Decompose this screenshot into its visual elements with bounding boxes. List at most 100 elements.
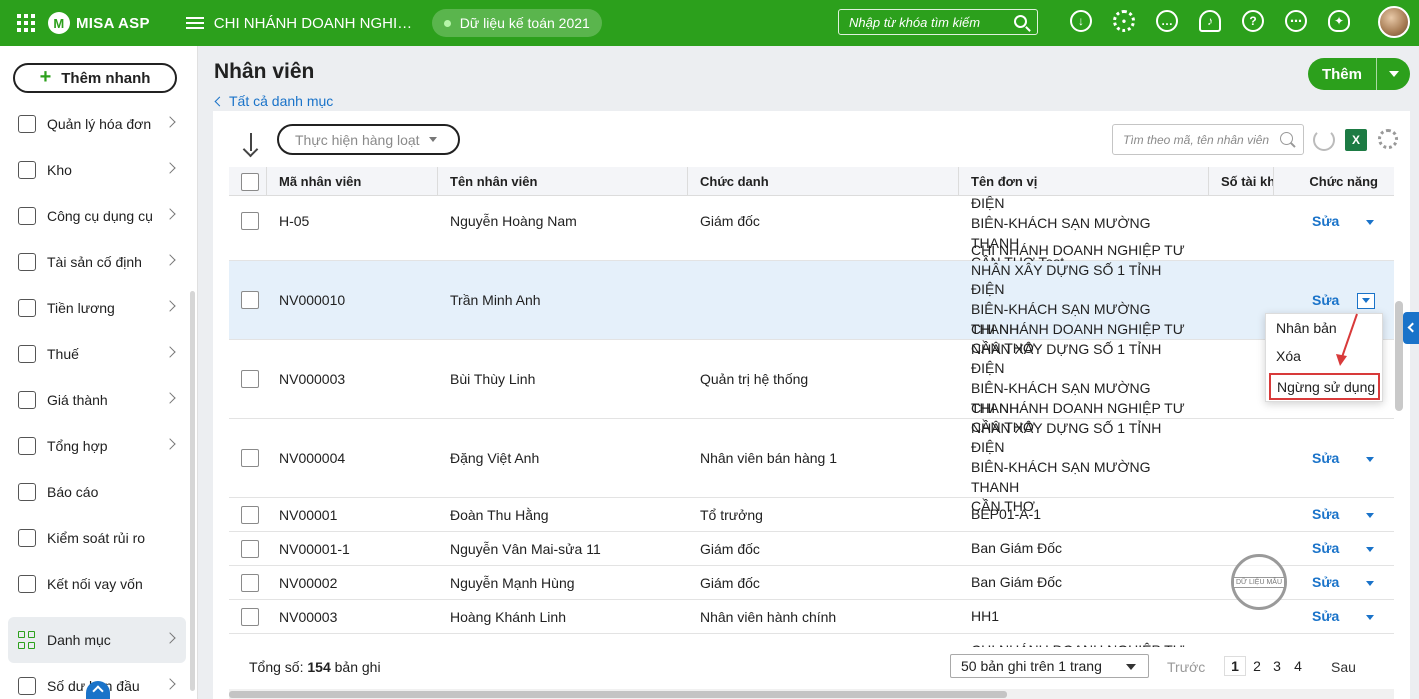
accounting-year-selector[interactable]: Dữ liệu kế toán 2021: [431, 9, 602, 37]
row-checkbox[interactable]: [241, 505, 259, 524]
sidebar-item[interactable]: Tổng hợp: [8, 423, 186, 469]
select-all-checkbox[interactable]: [241, 172, 259, 191]
page-1-button[interactable]: 1: [1224, 656, 1246, 676]
sidebar-item[interactable]: Báo cáo: [8, 469, 186, 515]
back-to-catalog-link[interactable]: Tất cả danh mục: [214, 93, 333, 109]
row-checkbox[interactable]: [241, 539, 259, 558]
excel-export-icon[interactable]: X: [1345, 129, 1367, 151]
table-row[interactable]: NV00001-1 Nguyễn Vân Mai-sửa 11 Giám đốc Ba…: [229, 532, 1394, 566]
search-icon[interactable]: [1280, 132, 1293, 145]
page-size-select[interactable]: 50 bản ghi trên 1 trang: [950, 654, 1149, 678]
add-employee-button[interactable]: Thêm: [1308, 58, 1410, 90]
page-2-button[interactable]: 2: [1246, 656, 1268, 676]
sidebar-collapse-button[interactable]: [86, 681, 110, 699]
tax-icon: [18, 345, 36, 363]
employee-search-input[interactable]: Tìm theo mã, tên nhân viên: [1112, 124, 1304, 155]
edit-button[interactable]: Sửa: [1312, 506, 1339, 522]
table-row[interactable]: CHI NHÁNH DOANH NGHIỆP TƯ: [229, 634, 1394, 647]
gear-icon[interactable]: •: [1113, 10, 1135, 32]
row-select-cell: [229, 600, 267, 633]
chevron-down-icon[interactable]: [1366, 547, 1374, 552]
gear-icon[interactable]: [1378, 129, 1398, 149]
sidebar-scrollbar[interactable]: [190, 291, 195, 691]
page-3-button[interactable]: 3: [1266, 656, 1288, 676]
branch-name[interactable]: CHI NHÁNH DOANH NGHIỆP TƯ NHÂN XÂY DỰNG …: [214, 15, 414, 32]
menu-item-deactivate[interactable]: Ngừng sử dụng: [1269, 373, 1380, 400]
chevron-down-icon[interactable]: [1366, 219, 1374, 225]
chevron-down-icon[interactable]: [1389, 71, 1399, 77]
sidebar-item[interactable]: Giá thành: [8, 377, 186, 423]
column-header-code[interactable]: Mã nhân viên: [267, 167, 438, 196]
quick-add-button[interactable]: + Thêm nhanh: [13, 63, 177, 93]
table-row[interactable]: NV000004 Đặng Việt Anh Nhân viên bán hàng …: [229, 400, 1394, 514]
table-row[interactable]: NV00002 Nguyễn Mạnh Hùng Giám đốc Ban Giám …: [229, 566, 1394, 600]
employee-unit: CHI NHÁNH DOANH NGHIỆP TƯ NHÂN XÂY DỰNG S…: [959, 400, 1209, 514]
table-row[interactable]: NV000010 Trần Minh Anh CHI NHÁNH DOANH NGH…: [229, 242, 1394, 356]
table-row[interactable]: H-05 Nguyễn Hoàng Nam Giám đốc CHI NHÁNH DO…: [229, 196, 1394, 270]
column-header-title[interactable]: Chức danh: [688, 167, 959, 196]
sidebar-item[interactable]: Công cụ dụng cụ: [8, 193, 186, 239]
table-row[interactable]: NV00003 Hoàng Khánh Linh Nhân viên hành ch…: [229, 600, 1394, 634]
side-panel-toggle[interactable]: [1403, 312, 1419, 344]
vertical-scrollbar[interactable]: [1395, 301, 1403, 411]
table-row[interactable]: NV000003 Bùi Thùy Linh Quản trị hệ thống CH…: [229, 321, 1394, 435]
user-avatar[interactable]: [1378, 6, 1410, 38]
chevron-right-icon: [164, 632, 176, 644]
table-row[interactable]: NV00001 Đoàn Thu Hằng Tổ trưởng BEP01-A-1 Sử…: [229, 498, 1394, 532]
edit-button[interactable]: Sửa: [1312, 540, 1339, 556]
column-header-unit[interactable]: Tên đơn vị: [959, 167, 1209, 196]
prev-page-button[interactable]: Trước: [1167, 659, 1205, 675]
sidebar-item[interactable]: Kiểm soát rủi ro: [8, 515, 186, 561]
edit-button[interactable]: Sửa: [1312, 608, 1339, 624]
menu-icon[interactable]: [185, 17, 204, 29]
refresh-icon[interactable]: [1313, 129, 1335, 151]
scroll-thumb[interactable]: [229, 691, 1007, 698]
row-checkbox[interactable]: [241, 370, 259, 388]
employee-name: Nguyễn Mạnh Hùng: [450, 574, 575, 591]
edit-button[interactable]: Sửa: [1312, 450, 1339, 466]
row-checkbox[interactable]: [241, 291, 259, 309]
more-icon[interactable]: ⋯: [1285, 10, 1307, 32]
chat-icon[interactable]: …: [1156, 10, 1178, 32]
page-4-button[interactable]: 4: [1287, 656, 1309, 676]
row-checkbox[interactable]: [241, 449, 259, 467]
sidebar-item[interactable]: Kết nối vay vốn: [8, 561, 186, 607]
accounting-year-label: Dữ liệu kế toán 2021: [459, 15, 590, 31]
sidebar-item[interactable]: Danh mục: [8, 617, 186, 663]
row-checkbox[interactable]: [241, 607, 259, 626]
bulk-action-button[interactable]: Thực hiện hàng loạt: [277, 124, 460, 155]
download-icon[interactable]: ↓: [1070, 10, 1092, 32]
chevron-down-icon[interactable]: [1366, 513, 1374, 518]
edit-button[interactable]: Sửa: [1312, 292, 1339, 308]
next-page-button[interactable]: Sau: [1331, 659, 1356, 675]
row-checkbox[interactable]: [241, 212, 259, 230]
sidebar-item[interactable]: Tiền lương: [8, 285, 186, 331]
sidebar-item-label: Thuế: [47, 346, 79, 362]
sidebar-item[interactable]: Quản lý hóa đơn: [8, 101, 186, 147]
lightbulb-icon[interactable]: ✦: [1328, 10, 1350, 32]
edit-button[interactable]: Sửa: [1312, 213, 1339, 229]
employee-title: Giám đốc: [700, 213, 760, 229]
column-header-name[interactable]: Tên nhân viên: [438, 167, 688, 196]
sidebar-item[interactable]: Kho: [8, 147, 186, 193]
sort-arrow-icon[interactable]: [241, 133, 261, 158]
chevron-down-icon[interactable]: [1366, 615, 1374, 620]
logo[interactable]: M MISA ASP: [48, 12, 150, 34]
chevron-down-icon[interactable]: [1366, 456, 1374, 462]
sidebar-item[interactable]: Thuế: [8, 331, 186, 377]
employee-code: NV000003: [279, 371, 346, 387]
employee-table: Mã nhân viên Tên nhân viên Chức danh Tên…: [229, 167, 1394, 647]
row-checkbox[interactable]: [241, 573, 259, 592]
column-header-account[interactable]: Số tài kh: [1209, 167, 1274, 196]
sidebar-item[interactable]: Tài sản cố định: [8, 239, 186, 285]
edit-button[interactable]: Sửa: [1312, 574, 1339, 590]
horizontal-scrollbar[interactable]: [229, 689, 1394, 699]
apps-grid-icon[interactable]: [17, 14, 35, 32]
global-search-input[interactable]: Nhập từ khóa tìm kiếm: [838, 9, 1038, 35]
employee-code: NV00002: [279, 574, 338, 591]
help-icon[interactable]: ?: [1242, 10, 1264, 32]
row-actions-dropdown-button[interactable]: [1357, 292, 1375, 309]
chevron-down-icon[interactable]: [1366, 581, 1374, 586]
search-icon[interactable]: [1014, 15, 1027, 28]
bell-icon[interactable]: ♪: [1199, 10, 1221, 32]
